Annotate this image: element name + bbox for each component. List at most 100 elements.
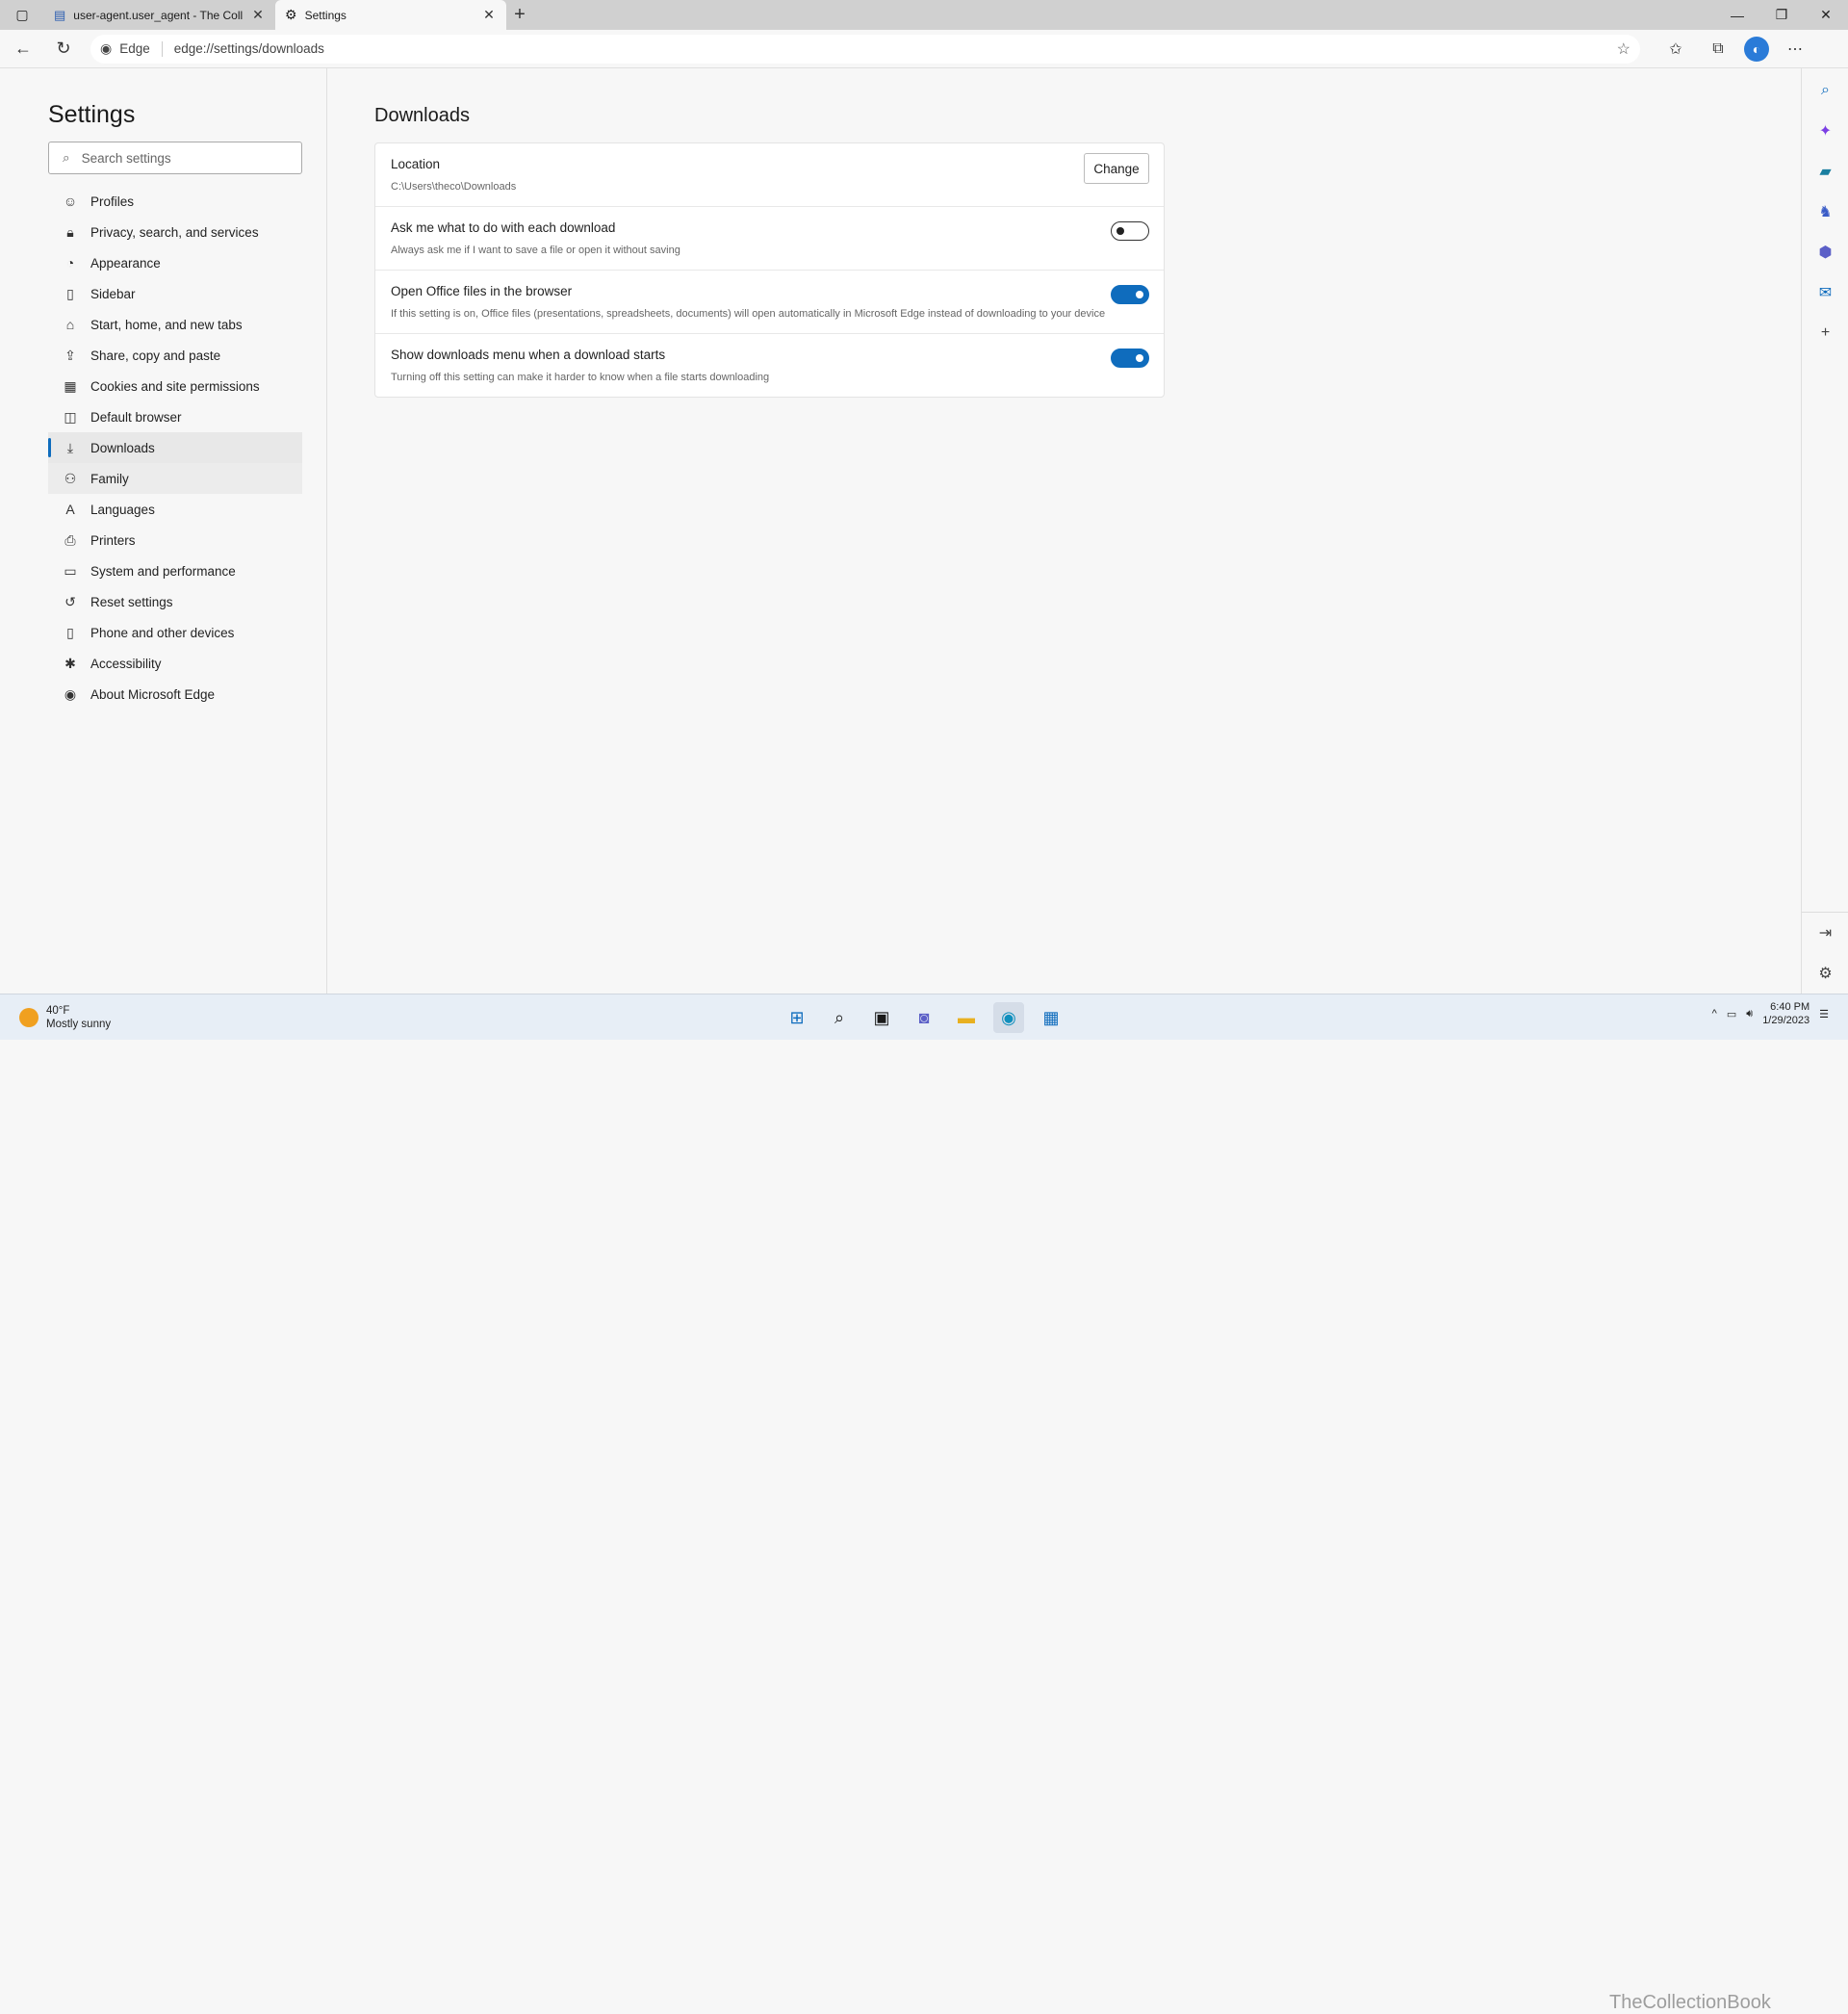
appearance-icon: ◔ xyxy=(65,255,75,271)
sidebar-settings-icon[interactable]: ⚙ xyxy=(1802,953,1848,994)
sidebar-item-downloads[interactable]: ⤓ Downloads xyxy=(48,432,302,463)
languages-icon: A xyxy=(65,502,75,517)
sidebar-item-reset[interactable]: ↺ Reset settings xyxy=(48,586,302,617)
new-tab-button[interactable]: + xyxy=(506,0,533,30)
sun-icon xyxy=(19,1007,38,1027)
add-icon[interactable]: + xyxy=(1802,313,1848,353)
sidebar-icon: ▯ xyxy=(66,285,74,301)
location-label: Location xyxy=(391,157,441,171)
sidebar-item-printers[interactable]: ⎙ Printers xyxy=(48,525,302,555)
sidebar-item-share-copy[interactable]: ⇪ Share, copy and paste xyxy=(48,340,302,371)
volume-icon[interactable]: 🔊︎ xyxy=(1746,1008,1753,1020)
taskbar-apps: ⊞ ⌕ ▣ ◙ ▬ ◉ ▦ xyxy=(782,1002,1066,1033)
sidebar-item-system[interactable]: ▭ System and performance xyxy=(48,555,302,586)
start-icon[interactable]: ⊞ xyxy=(782,1002,812,1033)
ask-download-row: Ask me what to do with each download Alw… xyxy=(375,207,1164,271)
sidebar-item-languages[interactable]: A Languages xyxy=(48,494,302,525)
minimize-icon[interactable]: — xyxy=(1715,0,1759,30)
setting-label: Show downloads menu when a download star… xyxy=(391,348,666,362)
discover-icon[interactable]: ✦ xyxy=(1802,111,1848,151)
refresh-button[interactable]: ↻ xyxy=(46,34,81,65)
network-icon[interactable]: ▭ xyxy=(1727,1008,1736,1020)
change-location-button[interactable]: Change xyxy=(1084,153,1149,184)
family-icon: ⚇ xyxy=(64,470,77,486)
edge-icon: ◉ xyxy=(64,685,77,702)
sidebar-item-family[interactable]: ⚇ Family xyxy=(48,463,302,494)
downloads-settings-card: Location C:\Users\theco\Downloads Change… xyxy=(374,142,1165,398)
gear-icon: ⚙ xyxy=(285,7,297,22)
more-icon[interactable]: ⋯ xyxy=(1779,34,1811,65)
back-button[interactable]: ← xyxy=(6,34,40,65)
edge-browser-icon[interactable]: ◉ xyxy=(993,1002,1024,1033)
tab-title: user-agent.user_agent - The Coll xyxy=(73,8,243,22)
sidebar-item-phone[interactable]: ▯ Phone and other devices xyxy=(48,617,302,648)
taskbar: 40°F Mostly sunny ⊞ ⌕ ▣ ◙ ▬ ◉ ▦ TheColle… xyxy=(0,994,1848,2013)
profile-avatar-icon[interactable]: ◐ xyxy=(1744,36,1769,62)
plus-icon: + xyxy=(514,4,526,25)
office-icon[interactable]: ⬢ xyxy=(1802,232,1848,272)
add-favorite-icon[interactable]: ☆ xyxy=(1617,39,1630,59)
office-files-row: Open Office files in the browser If this… xyxy=(375,271,1164,334)
sidebar-item-privacy[interactable]: 🔒︎ Privacy, search, and services xyxy=(48,217,302,247)
page-title: Downloads xyxy=(374,105,470,126)
sidebar-item-label: Downloads xyxy=(90,440,155,455)
system-tray: ^ ▭ 🔊︎ 6:40 PM 1/29/2023 ☰ xyxy=(1712,1000,1829,1027)
chat-icon[interactable]: ◙ xyxy=(909,1002,939,1033)
collections-icon[interactable]: ⧉ xyxy=(1702,34,1734,65)
download-icon: ⤓ xyxy=(66,439,74,455)
hide-sidebar-icon[interactable]: ⇥ xyxy=(1802,913,1848,953)
tab-actions-button[interactable]: ▢ xyxy=(0,0,44,30)
sidebar-item-profiles[interactable]: ☺ Profiles xyxy=(48,186,302,217)
search-settings-input[interactable]: ⌕ Search settings xyxy=(48,142,302,174)
sidebar-item-label: Default browser xyxy=(90,409,182,425)
address-bar[interactable]: ◉ Edge edge://settings/downloads ☆ xyxy=(90,34,1640,64)
close-icon[interactable]: ✕ xyxy=(481,7,497,23)
settings-nav: ☺ Profiles 🔒︎ Privacy, search, and service… xyxy=(48,186,302,710)
tools-icon[interactable]: ▰ xyxy=(1802,151,1848,192)
profile-icon: ☺ xyxy=(63,194,78,209)
store-icon[interactable]: ▦ xyxy=(1036,1002,1066,1033)
restore-icon[interactable]: ❐ xyxy=(1759,0,1804,30)
search-icon[interactable]: ⌕ xyxy=(1802,70,1848,111)
notifications-icon[interactable]: ☰ xyxy=(1819,1008,1829,1020)
downloads-menu-toggle[interactable] xyxy=(1111,349,1149,368)
task-view-icon[interactable]: ▣ xyxy=(866,1002,897,1033)
refresh-icon: ↻ xyxy=(56,39,71,58)
file-explorer-icon[interactable]: ▬ xyxy=(951,1002,982,1033)
sidebar-item-label: Privacy, search, and services xyxy=(90,224,259,240)
sidebar-item-start-home[interactable]: ⌂ Start, home, and new tabs xyxy=(48,309,302,340)
ask-download-toggle[interactable] xyxy=(1111,221,1149,241)
sidebar-item-sidebar[interactable]: ▯ Sidebar xyxy=(48,278,302,309)
time: 6:40 PM xyxy=(1770,1001,1810,1013)
sidebar-item-about[interactable]: ◉ About Microsoft Edge xyxy=(48,679,302,710)
clock[interactable]: 6:40 PM 1/29/2023 xyxy=(1762,1000,1810,1027)
sidebar-item-accessibility[interactable]: ✱ Accessibility xyxy=(48,648,302,679)
close-icon[interactable]: ✕ xyxy=(250,7,266,23)
cookies-icon: ▦ xyxy=(64,377,77,394)
sidebar-item-label: Cookies and site permissions xyxy=(90,378,260,394)
sidebar-item-cookies[interactable]: ▦ Cookies and site permissions xyxy=(48,371,302,401)
weather-text: 40°F Mostly sunny xyxy=(46,1004,111,1031)
page-icon: ▤ xyxy=(54,7,66,22)
site-label: Edge xyxy=(119,41,150,56)
sidebar-item-label: Share, copy and paste xyxy=(90,348,221,363)
weather-widget[interactable]: 40°F Mostly sunny xyxy=(19,1004,111,1031)
home-icon: ⌂ xyxy=(65,317,75,332)
back-arrow-icon: ← xyxy=(14,39,32,58)
date: 1/29/2023 xyxy=(1762,1015,1810,1026)
tab-user-agent[interactable]: ▤ user-agent.user_agent - The Coll ✕ xyxy=(44,0,275,30)
outlook-icon[interactable]: ✉ xyxy=(1802,272,1848,313)
games-icon[interactable]: ♞ xyxy=(1802,192,1848,232)
chevron-up-icon[interactable]: ^ xyxy=(1712,1008,1717,1020)
reset-icon: ↺ xyxy=(64,593,76,609)
favorites-icon[interactable]: ✩ xyxy=(1659,34,1692,65)
sidebar-bottom: ⇥ ⚙ xyxy=(1802,912,1848,994)
sidebar-item-label: Languages xyxy=(90,502,155,517)
search-icon: ⌕ xyxy=(63,150,70,165)
sidebar-item-appearance[interactable]: ◔ Appearance xyxy=(48,247,302,278)
tab-settings[interactable]: ⚙ Settings ✕ xyxy=(275,0,506,30)
office-files-toggle[interactable] xyxy=(1111,285,1149,304)
sidebar-item-default-browser[interactable]: ◫ Default browser xyxy=(48,401,302,432)
close-window-icon[interactable]: ✕ xyxy=(1804,0,1848,30)
search-icon[interactable]: ⌕ xyxy=(824,1002,855,1033)
